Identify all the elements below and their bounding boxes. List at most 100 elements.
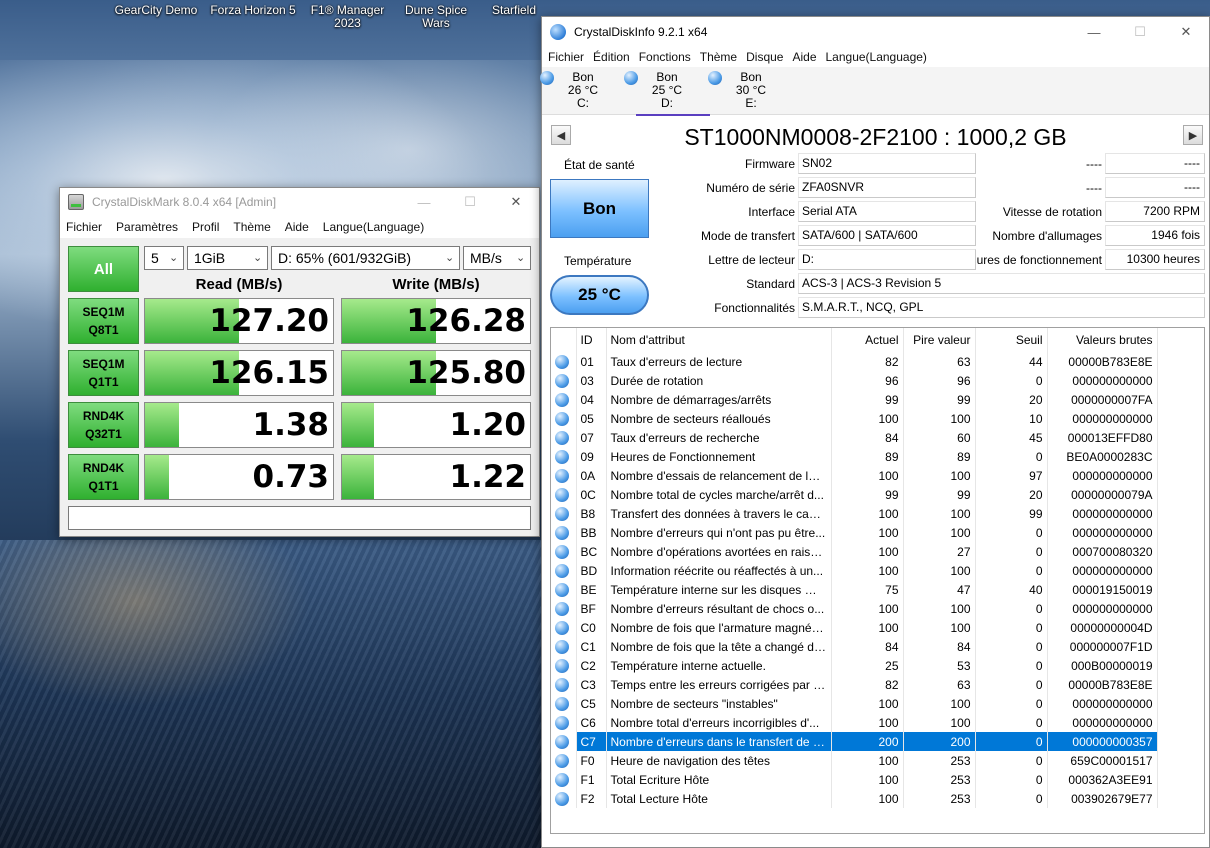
rnd4k-q32t1-button[interactable]: RND4K Q32T1 [68, 402, 139, 448]
unit-select[interactable]: MB/s ⌄ [463, 246, 531, 270]
health-status-icon [555, 411, 569, 426]
seq1m-q8t1-button[interactable]: SEQ1M Q8T1 [68, 298, 139, 344]
write-result-value: 1.20 [449, 407, 527, 443]
table-row[interactable]: F2 Total Lecture Hôte 100 253 0 003902679E77 [551, 789, 1158, 808]
cdm-menu-profil[interactable]: Profil [192, 220, 219, 234]
table-row[interactable]: 09 Heures de Fonctionnement 89 89 0 BE0A00002… [551, 447, 1158, 466]
table-row[interactable]: 03 Durée de rotation 96 96 0 000000000000 [551, 371, 1158, 390]
close-icon[interactable]: ✕ [1163, 17, 1209, 47]
maximize-icon[interactable]: ☐ [1117, 17, 1163, 47]
all-button[interactable]: All [68, 246, 139, 292]
progress-fill [342, 403, 374, 447]
attribute-id: BF [576, 599, 607, 618]
read-result-cell: 1.38 [144, 402, 334, 448]
cdi-menu-edition[interactable]: Édition [593, 50, 630, 64]
health-status-icon [551, 656, 577, 675]
raw-value: 000000000357 [1047, 732, 1158, 751]
minimize-icon[interactable]: — [1071, 17, 1117, 47]
desktop-icon-gearcity[interactable]: GearCity Demo [112, 4, 200, 17]
table-row[interactable]: 07 Taux d'erreurs de recherche 84 60 45 00001… [551, 428, 1158, 447]
table-row[interactable]: BF Nombre d'erreurs résultant de chocs o.… [551, 599, 1158, 618]
table-row[interactable]: C6 Nombre total d'erreurs incorrigibles d… [551, 713, 1158, 732]
table-row[interactable]: 0C Nombre total de cycles marche/arrêt d.… [551, 485, 1158, 504]
cdm-menu-fichier[interactable]: Fichier [66, 220, 102, 234]
cdi-menu-disque[interactable]: Disque [746, 50, 783, 64]
count-select[interactable]: 5 ⌄ [144, 246, 184, 270]
table-row[interactable]: F0 Heure de navigation des têtes 100 253 0 65… [551, 751, 1158, 770]
current-value: 89 [831, 447, 904, 466]
cdi-menu-theme[interactable]: Thème [700, 50, 737, 64]
table-row[interactable]: C7 Nombre d'erreurs dans le transfert de … [551, 732, 1158, 751]
cdi-titlebar[interactable]: CrystalDiskInfo 9.2.1 x64 — ☐ ✕ [542, 17, 1209, 47]
seq1m-q1t1-button[interactable]: SEQ1M Q1T1 [68, 350, 139, 396]
drive-tab-e[interactable]: Bon 30 °C E: [708, 71, 786, 110]
threshold-value: 0 [975, 656, 1048, 675]
current-column-header[interactable]: Actuel [831, 328, 904, 352]
desktop-icon-starfield[interactable]: Starfield [484, 4, 544, 17]
table-row[interactable]: 05 Nombre de secteurs réalloués 100 100 10 00… [551, 409, 1158, 428]
table-row[interactable]: BE Température interne sur les disques We… [551, 580, 1158, 599]
table-row[interactable]: C0 Nombre de fois que l'armature magnéti.… [551, 618, 1158, 637]
health-status-button[interactable]: Bon [550, 179, 649, 238]
table-row[interactable]: F1 Total Ecriture Hôte 100 253 0 000362A3EE91 [551, 770, 1158, 789]
table-row[interactable]: 0A Nombre d'essais de relancement de la r… [551, 466, 1158, 485]
cdi-menu-aide[interactable]: Aide [792, 50, 816, 64]
table-row[interactable]: C5 Nombre de secteurs "instables" 100 100 0 0… [551, 694, 1158, 713]
desktop-icon-dune[interactable]: Dune Spice Wars [396, 4, 476, 30]
attribute-id: C3 [576, 675, 607, 694]
id-column-header[interactable]: ID [576, 328, 607, 352]
maximize-icon[interactable]: ☐ [447, 188, 493, 216]
table-row[interactable]: C1 Nombre de fois que la tête a changé de… [551, 637, 1158, 656]
worst-column-header[interactable]: Pire valeur [903, 328, 976, 352]
drive-tab-d[interactable]: Bon 25 °C D: [624, 71, 710, 116]
cdm-titlebar[interactable]: CrystalDiskMark 8.0.4 x64 [Admin] — ☐ ✕ [60, 188, 539, 216]
worst-value: 100 [903, 561, 976, 580]
cdm-menu-aide[interactable]: Aide [285, 220, 309, 234]
attribute-name: Taux d'erreurs de recherche [606, 428, 832, 447]
minimize-icon[interactable]: — [401, 188, 447, 216]
cdm-menu-parametres[interactable]: Paramètres [116, 220, 178, 234]
raw-value: 000000000000 [1047, 409, 1158, 428]
read-column-header: Read (MB/s) [195, 276, 283, 293]
drive-select[interactable]: D: 65% (601/932GiB) ⌄ [271, 246, 460, 270]
read-result-cell: 0.73 [144, 454, 334, 500]
read-result-value: 126.15 [209, 355, 329, 391]
cdi-menu-fonctions[interactable]: Fonctions [639, 50, 691, 64]
comment-input[interactable] [68, 506, 531, 530]
rnd4k-q1t1-button[interactable]: RND4K Q1T1 [68, 454, 139, 500]
desktop-icon-forza[interactable]: Forza Horizon 5 [206, 4, 300, 17]
cdi-menu-fichier[interactable]: Fichier [548, 50, 584, 64]
threshold-column-header[interactable]: Seuil [975, 328, 1048, 352]
table-row[interactable]: C2 Température interne actuelle. 25 53 0 000B… [551, 656, 1158, 675]
table-row[interactable]: BD Information réécrite ou réaffectés à u… [551, 561, 1158, 580]
size-select[interactable]: 1GiB ⌄ [187, 246, 268, 270]
health-status-icon [551, 599, 577, 618]
health-status-icon [551, 580, 577, 599]
health-status-icon [555, 525, 569, 540]
attribute-name: Nombre d'erreurs résultant de chocs o... [606, 599, 832, 618]
health-status-icon [555, 772, 569, 787]
drive-tab-c[interactable]: Bon 26 °C C: [540, 71, 618, 110]
cdi-menu-langue[interactable]: Langue(Language) [826, 50, 927, 64]
attribute-name-column-header[interactable]: Nom d'attribut [606, 328, 832, 352]
table-row[interactable]: C3 Temps entre les erreurs corrigées par … [551, 675, 1158, 694]
table-row[interactable]: 04 Nombre de démarrages/arrêts 99 99 20 00000… [551, 390, 1158, 409]
health-status-icon [551, 485, 577, 504]
table-row[interactable]: 01 Taux d'erreurs de lecture 82 63 44 00000B7… [551, 352, 1158, 371]
current-value: 100 [831, 542, 904, 561]
cdm-menu-langue[interactable]: Langue(Language) [323, 220, 424, 234]
raw-values-column-header[interactable]: Valeurs brutes [1047, 328, 1158, 352]
table-row[interactable]: B8 Transfert des données à travers le cac… [551, 504, 1158, 523]
health-status-icon [555, 468, 569, 483]
cdm-menu-theme[interactable]: Thème [233, 220, 270, 234]
health-status-icon [708, 71, 722, 85]
table-row[interactable]: BB Nombre d'erreurs qui n'ont pas pu être… [551, 523, 1158, 542]
write-result-value: 126.28 [406, 303, 526, 339]
table-row[interactable]: BC Nombre d'opérations avortées en raiso.… [551, 542, 1158, 561]
row-label-line2: Q1T1 [88, 479, 119, 493]
serial-value: ZFA0SNVR [798, 177, 976, 198]
desktop-icon-f1-manager[interactable]: F1® Manager 2023 [305, 4, 390, 30]
features-value: S.M.A.R.T., NCQ, GPL [798, 297, 1205, 318]
health-status-icon [555, 639, 569, 654]
close-icon[interactable]: ✕ [493, 188, 539, 216]
